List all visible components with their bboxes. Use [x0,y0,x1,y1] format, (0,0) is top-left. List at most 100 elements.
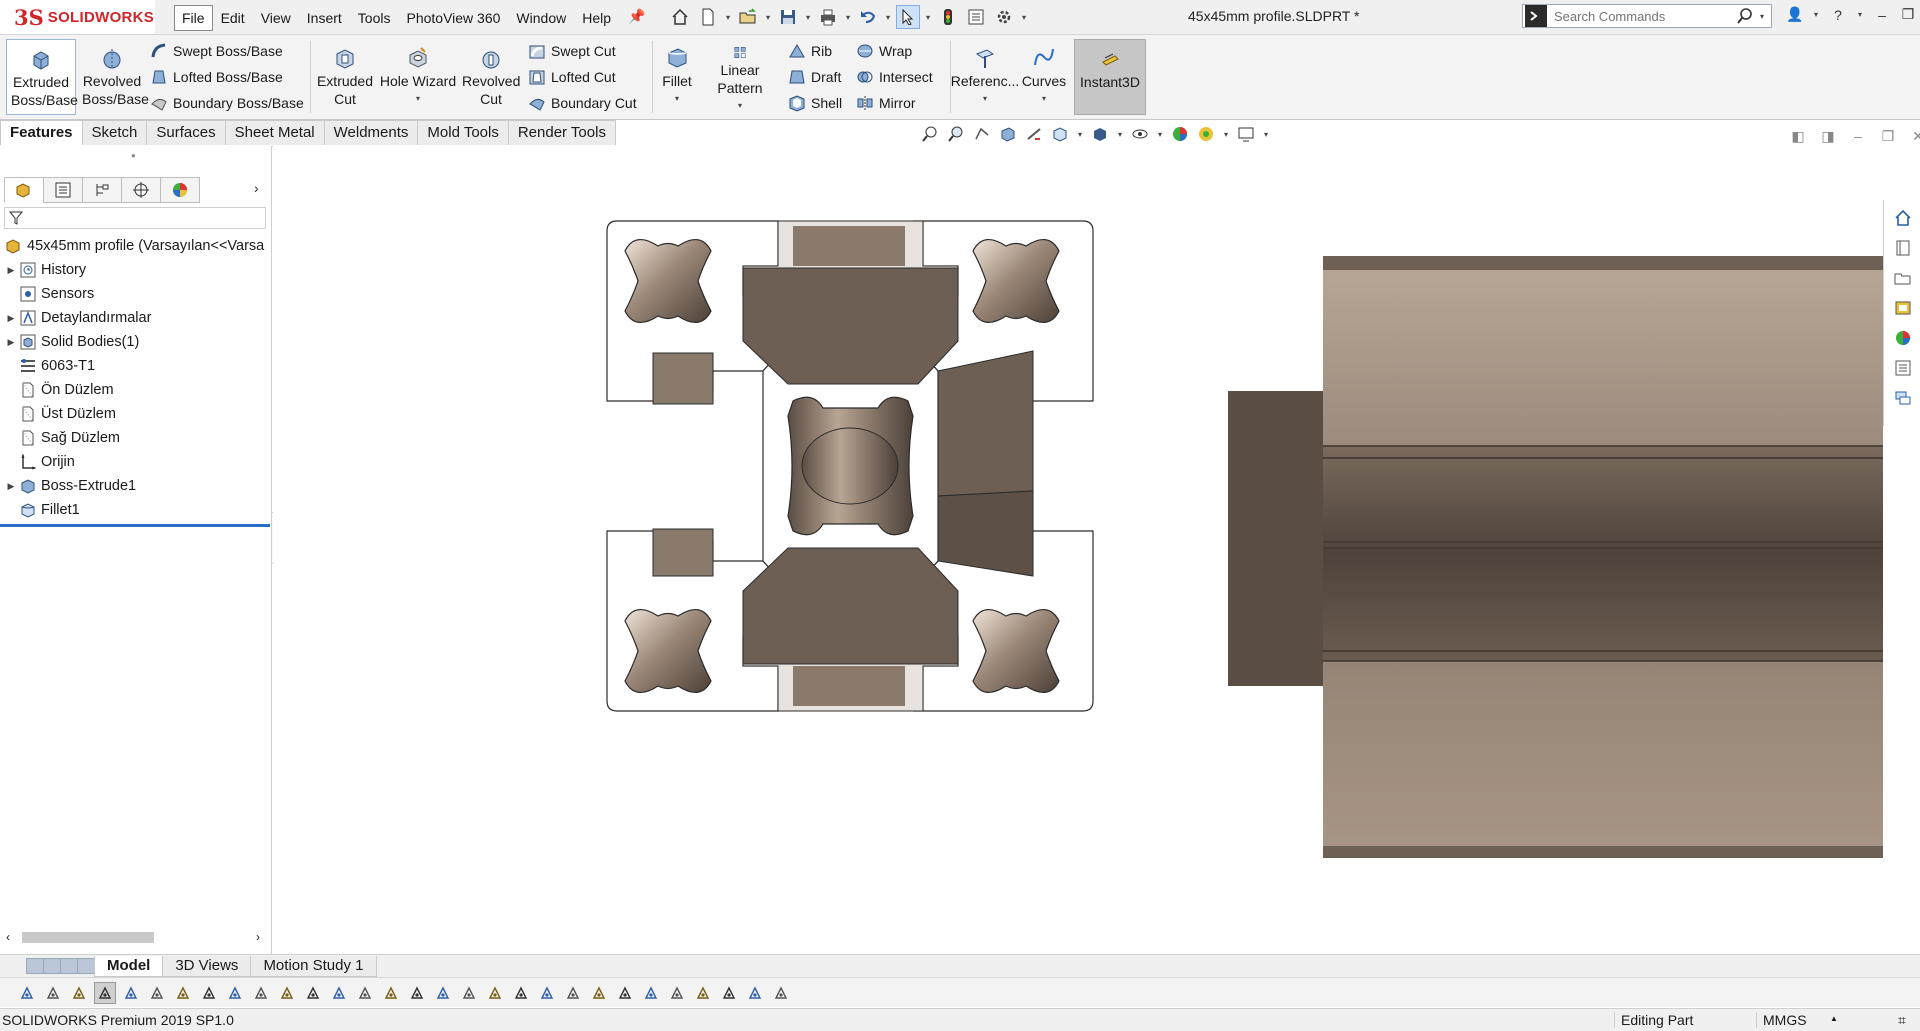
viewport-restore-icon[interactable]: ❐ [1880,128,1896,145]
menu-view[interactable]: View [253,5,299,31]
tab-model[interactable]: Model [94,955,164,977]
zoom-to-area-icon[interactable] [946,124,966,144]
block-icon[interactable] [640,982,662,1004]
first-tab-icon[interactable] [26,958,44,974]
hole-callout-icon[interactable] [666,982,688,1004]
tab-3d-views[interactable]: 3D Views [162,955,252,977]
viewport-forward-icon[interactable]: ◨ [1820,128,1836,145]
cosmetic-thread-icon[interactable] [380,982,402,1004]
route-point-icon[interactable] [744,982,766,1004]
tree-item[interactable]: Sağ Düzlem [0,426,270,450]
tab-render-tools[interactable]: Render Tools [507,120,616,145]
scroll-left-icon[interactable]: ‹ [6,930,10,944]
draft-button[interactable]: Draft [788,67,841,87]
open-dropdown-icon[interactable]: ▾ [764,13,772,22]
rebuild-icon[interactable] [936,5,960,29]
reference-dropdown-icon[interactable]: ▾ [981,90,989,108]
menu-window[interactable]: Window [508,5,574,31]
menu-edit[interactable]: Edit [213,5,253,31]
tab-features[interactable]: Features [0,120,83,145]
tree-item[interactable]: 6063-T1 [0,354,270,378]
magnified-selection-icon[interactable] [120,982,142,1004]
menu-insert[interactable]: Insert [299,5,350,31]
weld-symbol-icon[interactable] [432,982,454,1004]
hide-show-items-icon[interactable] [1130,124,1150,144]
linear-pattern-button[interactable]: Linear Pattern ▾ [700,39,780,115]
pin-icon[interactable]: 📌 [628,8,645,25]
tab-surfaces[interactable]: Surfaces [146,120,226,145]
table-icon[interactable] [718,982,740,1004]
print-dropdown-icon[interactable]: ▾ [844,13,852,22]
design-library-icon[interactable] [1891,236,1915,260]
tree-item[interactable]: Fillet1 [0,498,270,522]
new-dropdown-icon[interactable]: ▾ [724,13,732,22]
print-icon[interactable] [816,5,840,29]
tree-item[interactable]: Orijin [0,450,270,474]
boundary-boss-button[interactable]: Boundary Boss/Base [150,93,304,113]
panel-grip-icon[interactable]: ● [131,151,136,160]
open-icon[interactable] [736,5,760,29]
hole-wizard-dropdown-icon[interactable]: ▾ [414,90,422,108]
extruded-boss-button[interactable]: Extruded Boss/Base [6,39,78,115]
view-orientation-dropdown-icon[interactable]: ▾ [1076,130,1084,139]
search-icon[interactable] [1736,7,1754,25]
surface-finish-icon[interactable] [510,982,532,1004]
tree-item[interactable]: ▶ Solid Bodies(1) [0,330,270,354]
chevron-right-icon[interactable]: › [254,180,259,196]
weld-bead-icon[interactable] [536,982,558,1004]
help-icon[interactable]: ? [1830,7,1846,23]
expand-arrow-icon[interactable]: ▶ [4,481,18,492]
edit-appearance-icon[interactable] [1170,124,1190,144]
previous-tab-icon[interactable] [43,958,61,974]
expand-arrow-icon[interactable]: ▶ [4,313,18,324]
tree-item[interactable]: ▶ History [0,258,270,282]
clear-filters-icon[interactable] [42,982,64,1004]
home-icon[interactable] [668,5,692,29]
tab-mold-tools[interactable]: Mold Tools [417,120,509,145]
tab-sheet-metal[interactable]: Sheet Metal [224,120,325,145]
scroll-right-icon[interactable]: › [256,930,260,944]
select-icon[interactable] [94,981,116,1004]
previous-view-icon[interactable] [972,124,992,144]
swept-boss-button[interactable]: Swept Boss/Base [150,41,283,61]
point-icon[interactable] [146,982,168,1004]
units-dropdown-icon[interactable]: ▲ [1830,1014,1838,1023]
rollback-bar[interactable] [0,524,270,527]
status-units[interactable]: MMGS [1756,1012,1807,1028]
center-mark-icon[interactable] [328,982,350,1004]
search-commands[interactable]: ▾ [1522,4,1772,28]
undo-icon[interactable] [856,5,880,29]
viewport-close-icon[interactable]: ✕ [1910,128,1920,145]
display-style-dropdown-icon[interactable]: ▾ [1116,130,1124,139]
tree-item[interactable]: Ön Düzlem [0,378,270,402]
linear-pattern-dropdown-icon[interactable]: ▾ [736,97,744,115]
centerline-icon[interactable] [692,982,714,1004]
dimension-icon[interactable] [354,982,376,1004]
user-icon[interactable]: 👤 [1786,6,1803,23]
help-dropdown-icon[interactable]: ▾ [1856,10,1864,19]
extruded-cut-button[interactable]: Extruded Cut [314,39,376,115]
part-model[interactable] [273,146,1883,954]
balloon-icon[interactable] [562,982,584,1004]
filter-faces-icon[interactable] [68,982,90,1004]
configuration-manager-icon[interactable] [82,177,122,203]
options-dropdown-icon[interactable]: ▾ [1020,13,1028,22]
sketch-point-icon[interactable] [302,982,324,1004]
view-orientation-icon[interactable] [1050,124,1070,144]
instant3d-button[interactable]: Instant3D [1074,39,1146,115]
menu-tools[interactable]: Tools [350,5,399,31]
minimize-icon[interactable]: – [1874,7,1890,23]
lofted-cut-button[interactable]: Lofted Cut [528,67,616,87]
next-tab-icon[interactable] [60,958,78,974]
note-icon[interactable] [484,982,506,1004]
menu-help[interactable]: Help [574,5,619,31]
new-document-icon[interactable] [696,5,720,29]
restore-icon[interactable]: ❐ [1900,6,1916,23]
view-palette-icon[interactable] [1891,296,1915,320]
section-view-icon[interactable] [998,124,1018,144]
tree-item[interactable]: ▶ Detaylandırmalar [0,306,270,330]
last-tab-icon[interactable] [77,958,95,974]
save-icon[interactable] [776,5,800,29]
connection-point-icon[interactable] [770,982,792,1004]
file-explorer-icon[interactable] [1891,266,1915,290]
